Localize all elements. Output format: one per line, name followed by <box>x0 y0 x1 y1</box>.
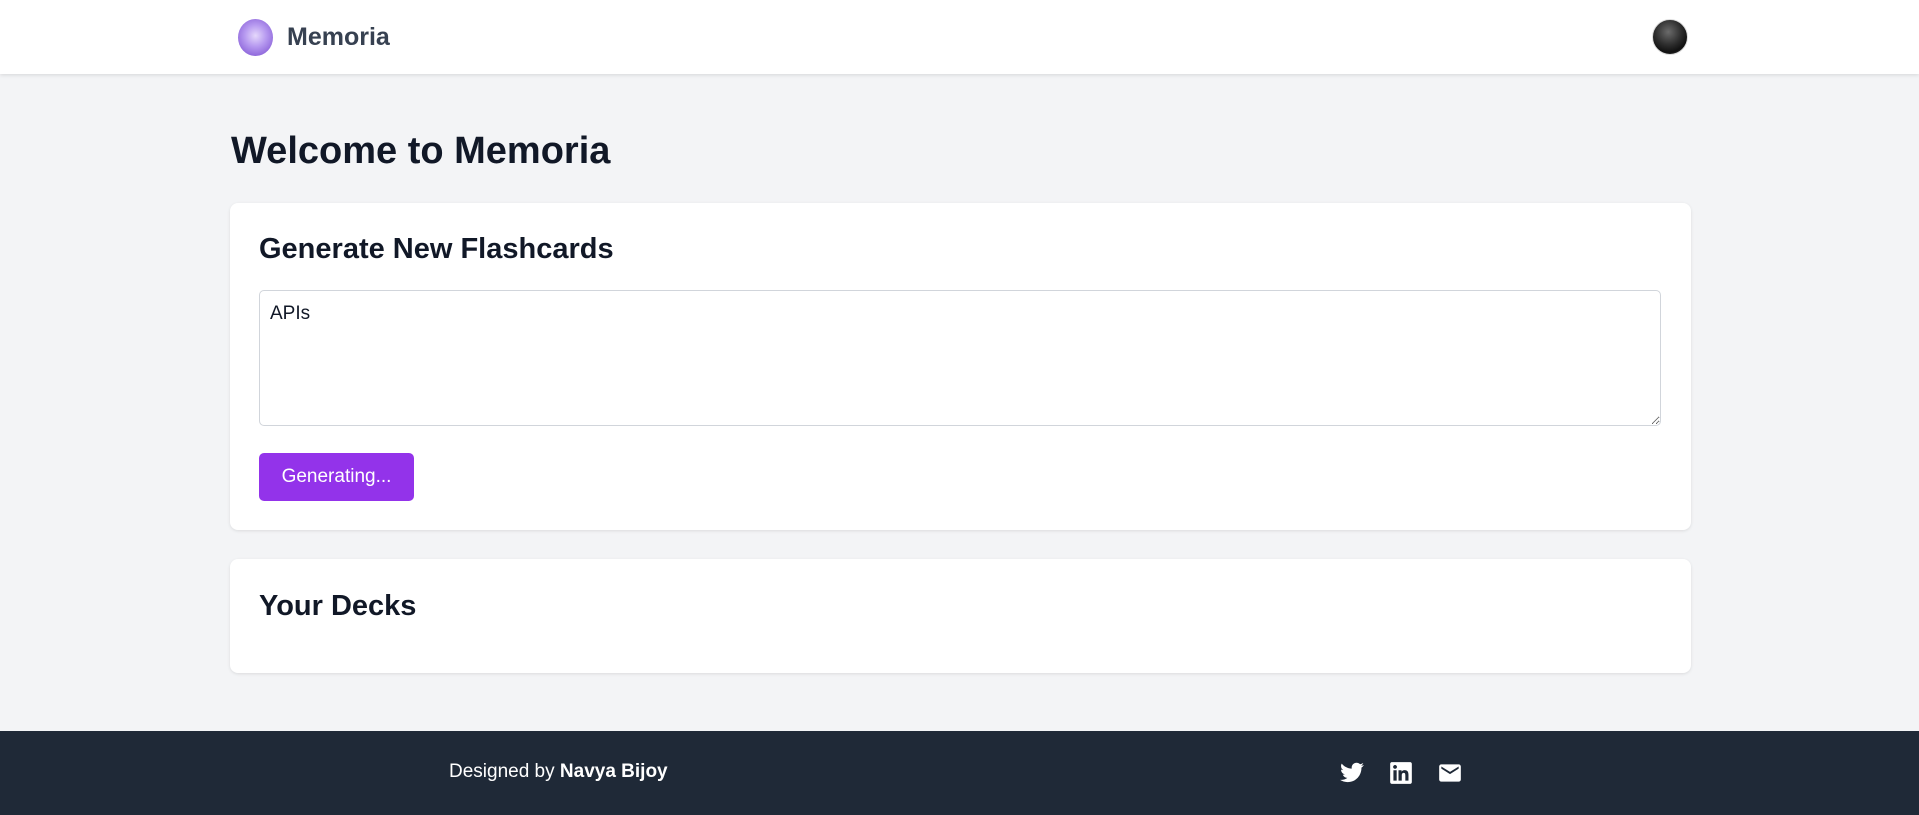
brand-name: Memoria <box>287 22 390 51</box>
generate-card-title: Generate New Flashcards <box>259 233 614 265</box>
footer-credit: Designed by Navya Bijoy <box>449 761 668 783</box>
linkedin-icon <box>1389 762 1412 784</box>
twitter-link[interactable] <box>1338 760 1365 786</box>
page-title: Welcome to Memoria <box>231 130 611 172</box>
memoria-logo-icon <box>238 18 273 56</box>
generate-flashcards-card: Generate New Flashcards Generating... <box>230 203 1691 530</box>
navbar-inner: Memoria <box>230 0 1691 74</box>
footer: Designed by Navya Bijoy <box>0 731 1919 815</box>
top-navbar: Memoria <box>0 0 1919 74</box>
topic-textarea[interactable] <box>259 290 1661 426</box>
email-link[interactable] <box>1436 760 1463 786</box>
decks-card-title: Your Decks <box>259 590 417 622</box>
credit-author: Navya Bijoy <box>559 761 668 782</box>
brand-home-link[interactable]: Memoria <box>238 18 390 56</box>
user-avatar[interactable] <box>1652 19 1688 55</box>
linkedin-link[interactable] <box>1387 760 1414 786</box>
your-decks-card: Your Decks <box>230 559 1691 673</box>
mail-icon <box>1438 764 1461 782</box>
social-links <box>1338 760 1463 786</box>
credit-prefix: Designed by <box>449 761 555 782</box>
twitter-icon <box>1339 762 1364 783</box>
generate-button[interactable]: Generating... <box>259 453 414 501</box>
